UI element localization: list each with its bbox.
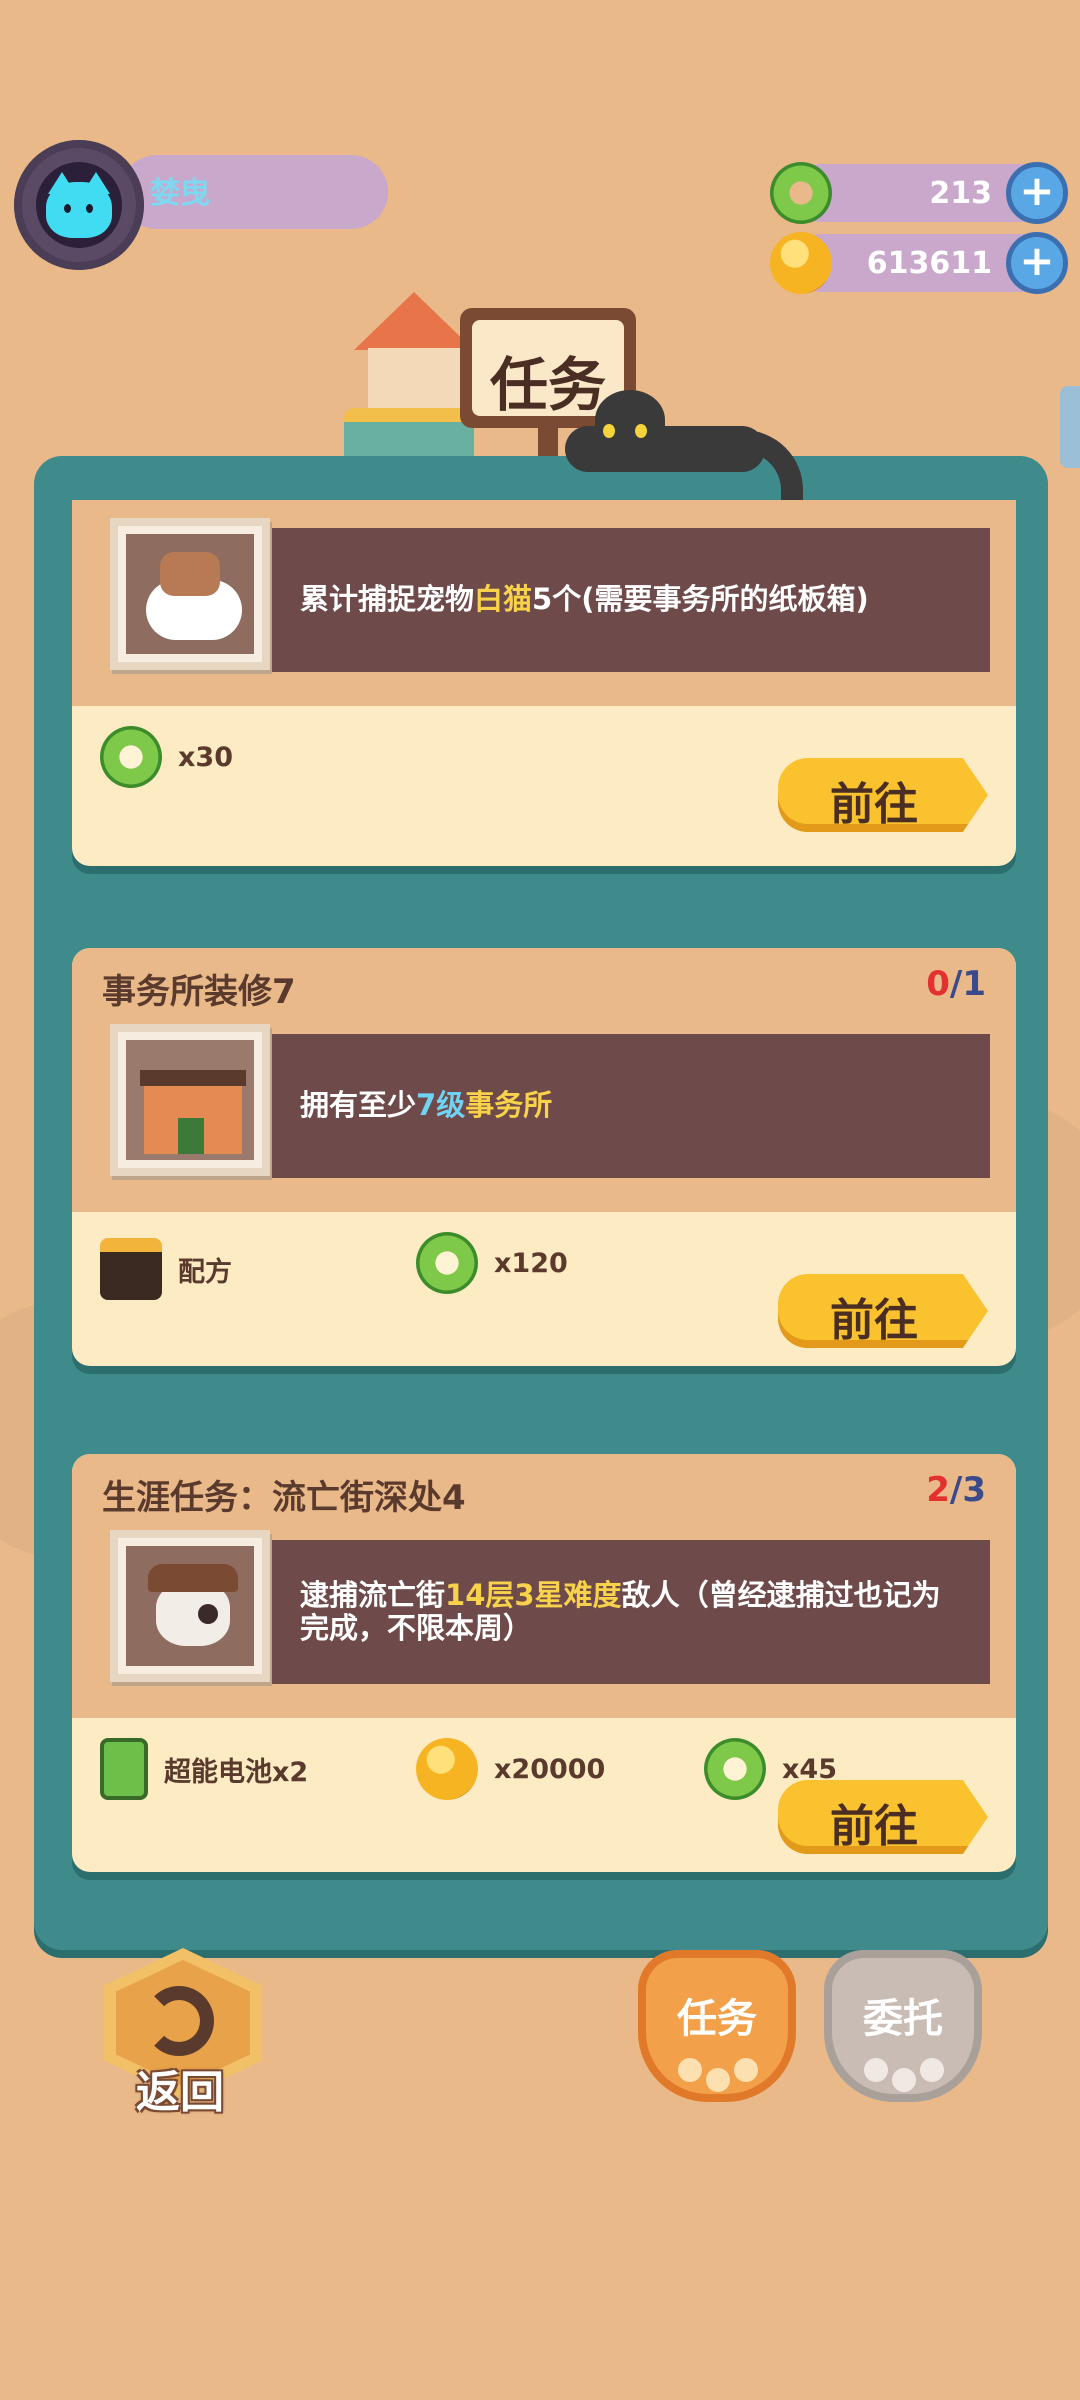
- tab-commission[interactable]: 委托: [824, 1950, 982, 2102]
- donut-icon: [416, 1232, 478, 1294]
- cyan-cat-avatar-icon: [36, 162, 122, 248]
- cat-pet-icon: [110, 518, 270, 670]
- task-description: 逮捕流亡街14层3星难度敌人（曾经逮捕过也记为完成，不限本周）: [300, 1577, 941, 1645]
- tab-tasks-label: 任务: [677, 1996, 757, 2042]
- task-card: 生涯任务：流亡街深处4 2/3 逮捕流亡街14层3星难度敌人（曾经逮捕过也记为完…: [72, 1454, 1016, 1872]
- donut-icon: [770, 162, 832, 224]
- reward-item: 超能电池x2: [100, 1738, 308, 1800]
- house-icon: [354, 292, 474, 412]
- reward-item: x20000: [416, 1738, 605, 1800]
- donut-count: 213: [929, 176, 992, 211]
- task-progress: 0/1: [926, 964, 986, 1004]
- donut-icon: [704, 1738, 766, 1800]
- reward-item: x30: [100, 726, 233, 788]
- task-progress: 2/3: [926, 1470, 986, 1510]
- task-title: 生涯任务：流亡街深处4: [102, 1478, 466, 1518]
- add-donut-button[interactable]: +: [1006, 162, 1068, 224]
- go-button[interactable]: 前往: [778, 758, 988, 832]
- side-drawer-tab[interactable]: [1060, 386, 1080, 468]
- go-button[interactable]: 前往: [778, 1274, 988, 1348]
- go-button[interactable]: 前往: [778, 1780, 988, 1854]
- coin-icon: [416, 1738, 478, 1800]
- player-name: 婪曳: [150, 176, 210, 211]
- player-avatar[interactable]: [14, 140, 144, 270]
- add-coin-button[interactable]: +: [1006, 232, 1068, 294]
- reward-item: 配方: [100, 1238, 232, 1300]
- pirate-skull-icon: [110, 1530, 270, 1682]
- back-label[interactable]: 返回: [100, 2056, 260, 2120]
- tab-commission-label: 委托: [863, 1996, 943, 2042]
- task-list[interactable]: 累计捕捉宠物 白猫 5个(需要事务所的纸板箱) x30 前往 事务所装修7 0/1 …: [72, 500, 1016, 1880]
- coin-icon: [770, 232, 832, 294]
- black-cat-icon: [565, 390, 810, 500]
- tab-tasks[interactable]: 任务: [638, 1950, 796, 2102]
- task-card: 事务所装修7 0/1 拥有至少 7级 事务所 配方 x120 前往: [72, 948, 1016, 1366]
- battery-icon: [100, 1738, 148, 1800]
- task-description: 拥有至少 7级 事务所: [300, 1088, 553, 1123]
- toolbox-icon: [100, 1238, 162, 1300]
- task-description: 累计捕捉宠物 白猫 5个(需要事务所的纸板箱): [300, 582, 869, 617]
- coin-count: 613611: [866, 246, 992, 281]
- back-arrow-icon: [144, 1986, 214, 2056]
- donut-icon: [100, 726, 162, 788]
- task-title: 事务所装修7: [102, 972, 296, 1012]
- reward-item: x120: [416, 1232, 568, 1294]
- office-building-icon: [110, 1024, 270, 1176]
- task-card: 累计捕捉宠物 白猫 5个(需要事务所的纸板箱) x30 前往: [72, 500, 1016, 866]
